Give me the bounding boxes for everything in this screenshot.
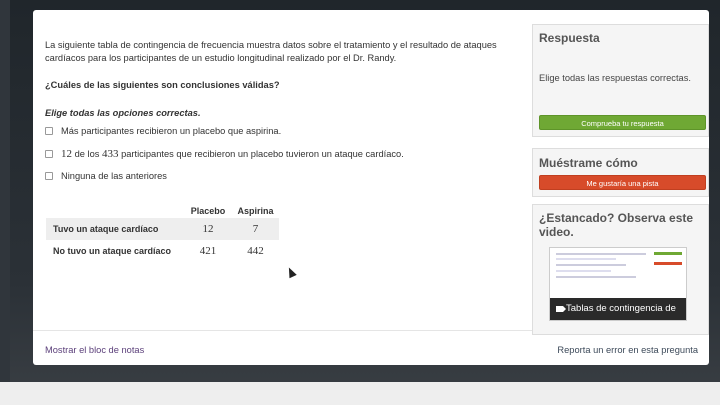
hint-title: Muéstrame cómo (539, 156, 638, 170)
problem-instructions: Elige todas las opciones correctas. (45, 108, 201, 118)
hint-button[interactable]: Me gustaría una pista (539, 175, 706, 190)
video-camera-icon (556, 306, 566, 312)
answer-title: Respuesta (539, 31, 600, 45)
table-header-row: Placebo Aspirina (46, 204, 279, 218)
option-2[interactable]: 12 de los 433 participantes que recibier… (45, 148, 404, 160)
checkbox[interactable] (45, 150, 53, 158)
thumb-line (556, 270, 611, 272)
math-number: 12 (61, 148, 72, 160)
bottom-strip (0, 382, 720, 405)
table-row: No tuvo un ataque cardíaco 421 442 (46, 240, 279, 262)
option-label: 12 de los 433 participantes que recibier… (61, 148, 404, 160)
report-error-link[interactable]: Reporta un error en esta pregunta (557, 345, 698, 355)
check-answer-button[interactable]: Comprueba tu respuesta (539, 115, 706, 130)
table-cell: 442 (247, 245, 264, 257)
thumb-green-bar (654, 252, 682, 255)
answer-panel: Respuesta Elige todas las respuestas cor… (532, 24, 709, 137)
video-caption-bar: Tablas de contingencia de (550, 298, 686, 320)
checkbox[interactable] (45, 172, 53, 180)
show-scratchpad-link[interactable]: Mostrar el bloc de notas (45, 345, 144, 355)
thumb-line (556, 253, 646, 255)
thumb-line (556, 258, 616, 260)
table-cell: 7 (232, 218, 279, 240)
table-row: Tuvo un ataque cardíaco 12 7 (46, 218, 279, 240)
thumb-line (556, 276, 636, 278)
footer: Mostrar el bloc de notas Reporta un erro… (33, 330, 709, 366)
option-1[interactable]: Más participantes recibieron un placebo … (45, 126, 281, 136)
left-edge (0, 0, 10, 382)
column-header: Aspirina (237, 206, 274, 216)
row-label: Tuvo un ataque cardíaco (46, 218, 184, 240)
math-number: 433 (101, 148, 119, 160)
row-label: No tuvo un ataque cardíaco (53, 246, 172, 256)
problem-intro: La siguiente tabla de contingencia de fr… (45, 40, 497, 63)
hint-panel: Muéstrame cómo Me gustaría una pista (532, 148, 709, 197)
option-label: Ninguna de las anteriores (61, 171, 167, 181)
table-cell: 421 (199, 245, 217, 257)
contingency-table: Placebo Aspirina Tuvo un ataque cardíaco… (46, 204, 279, 262)
option-text: de los (72, 149, 102, 159)
answer-text: Elige todas las respuestas correctas. (539, 73, 691, 83)
video-title: ¿Estancado? Observa este video. (539, 211, 694, 239)
option-text: participantes que recibieron un placebo … (118, 149, 404, 159)
thumb-line (556, 264, 626, 266)
checkbox[interactable] (45, 127, 53, 135)
column-header: Placebo (190, 206, 226, 216)
table-cell: 12 (184, 218, 232, 240)
option-label: Más participantes recibieron un placebo … (61, 126, 282, 136)
option-3[interactable]: Ninguna de las anteriores (45, 171, 167, 181)
video-caption: Tablas de contingencia de (566, 303, 676, 314)
problem-area: La siguiente tabla de contingencia de fr… (45, 10, 525, 330)
exercise-card: La siguiente tabla de contingencia de fr… (33, 10, 709, 365)
problem-question: ¿Cuáles de las siguientes son conclusion… (45, 80, 280, 90)
table-corner (46, 204, 184, 218)
video-thumbnail[interactable]: Tablas de contingencia de (549, 247, 687, 321)
thumb-red-bar (654, 262, 682, 265)
